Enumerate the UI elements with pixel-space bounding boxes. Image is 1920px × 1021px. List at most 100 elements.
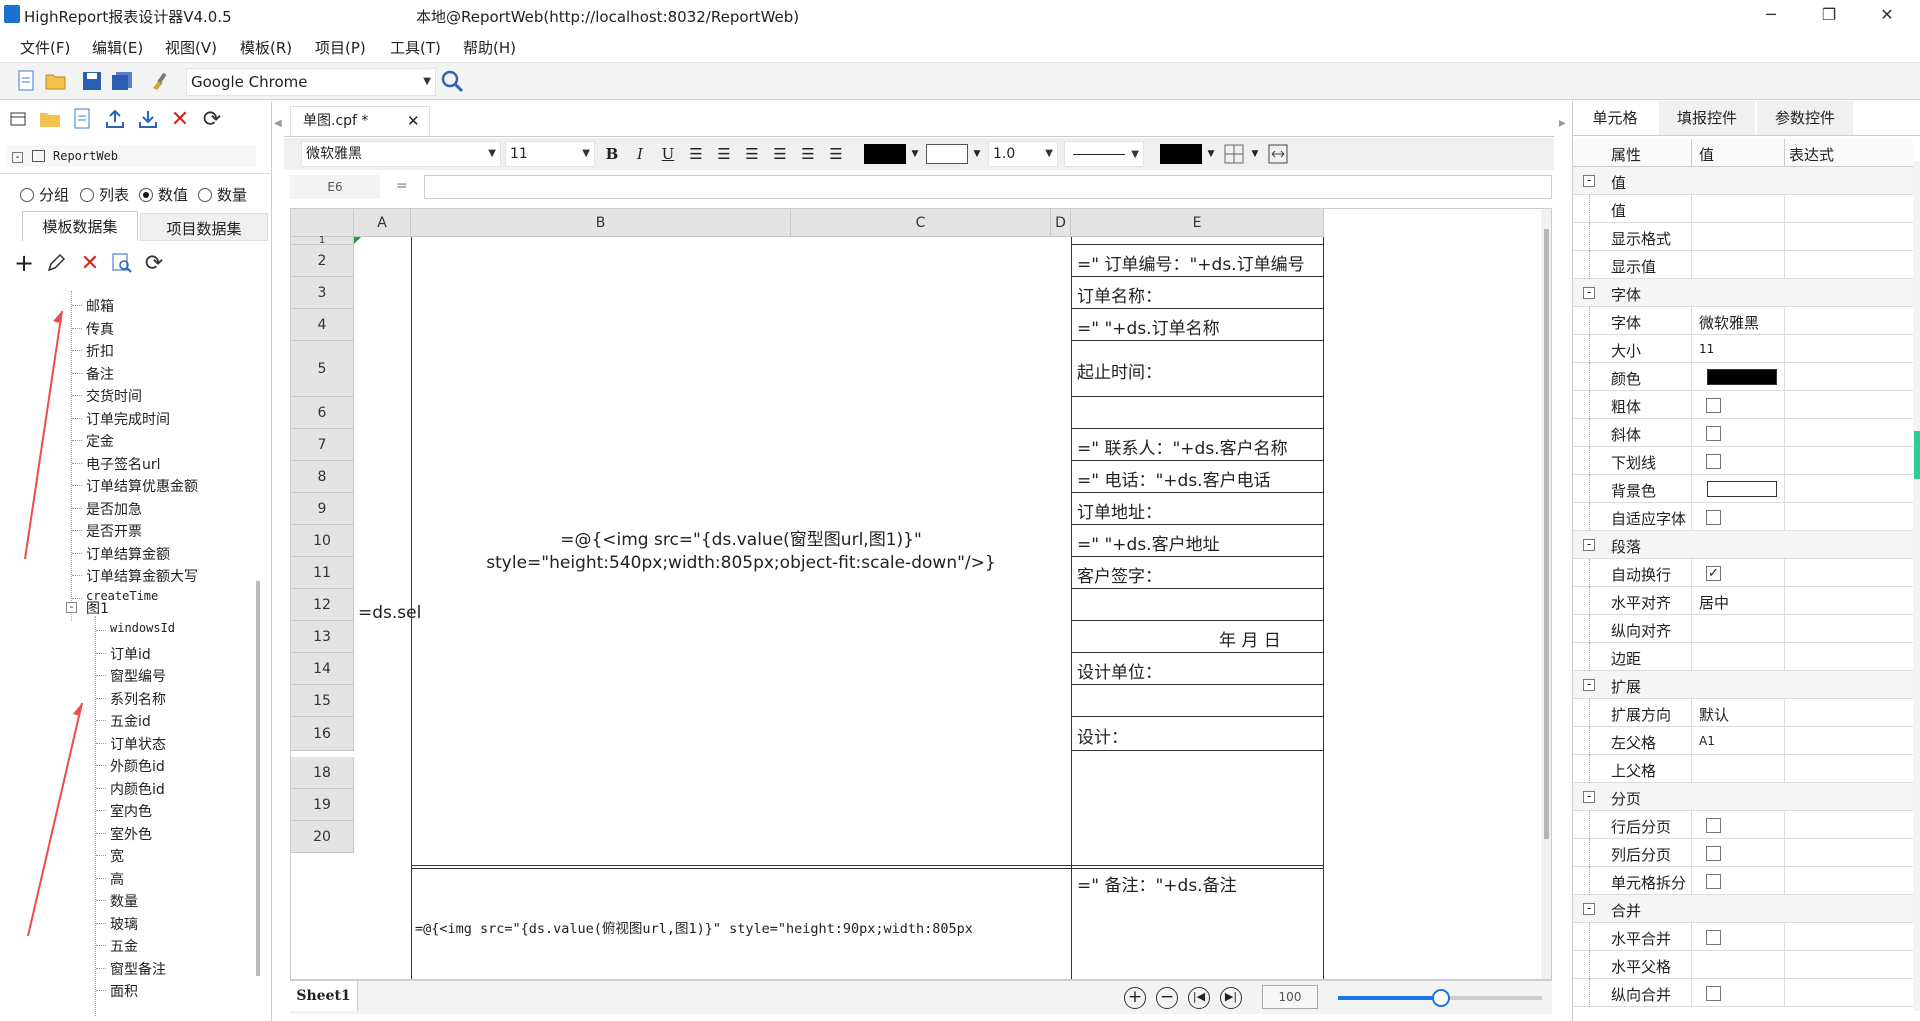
row-header[interactable]: 7: [291, 429, 354, 461]
property-row[interactable]: 列后分页: [1573, 839, 1913, 867]
edit-pencil-icon[interactable]: [44, 251, 68, 275]
cell-e[interactable]: 设计：: [1077, 723, 1128, 748]
property-checkbox[interactable]: [1706, 398, 1721, 413]
menu-edit[interactable]: 编辑(E): [92, 37, 143, 58]
color-swatch[interactable]: [1707, 369, 1777, 385]
property-value[interactable]: 微软雅黑: [1699, 312, 1759, 333]
menu-view[interactable]: 视图(V): [165, 37, 217, 58]
corner-cell[interactable]: [291, 209, 354, 237]
border-grid-icon[interactable]: [1222, 142, 1246, 166]
menu-template[interactable]: 模板(R): [240, 37, 292, 58]
row-header[interactable]: 6: [291, 397, 354, 429]
line-style-select[interactable]: ▼: [1064, 141, 1144, 167]
vertical-scrollbar-thumb[interactable]: [1544, 229, 1549, 839]
bold-icon[interactable]: B: [600, 142, 624, 166]
property-group[interactable]: -值: [1573, 167, 1913, 195]
cell-b-image-formula[interactable]: =@{<img src="{ds.value(窗型图url,图1)}" styl…: [411, 529, 1071, 575]
tree-node-field[interactable]: 订单结算优惠金额: [86, 476, 198, 496]
tree-node-field[interactable]: 五金id: [110, 711, 151, 731]
minimize-button[interactable]: ─: [1748, 2, 1794, 27]
row-header[interactable]: 14: [291, 653, 354, 685]
left-scrollbar-thumb[interactable]: [256, 581, 260, 976]
property-checkbox[interactable]: [1706, 930, 1721, 945]
refresh-dataset-icon[interactable]: ⟳: [142, 251, 166, 276]
tree-node-field[interactable]: 室外色: [110, 824, 152, 844]
property-value[interactable]: 居中: [1699, 592, 1729, 613]
preview-data-icon[interactable]: [110, 251, 134, 275]
property-group[interactable]: - 分页: [1573, 783, 1913, 811]
tree-node-field[interactable]: 玻璃: [110, 914, 138, 934]
chevron-down-icon[interactable]: ▼: [972, 142, 982, 166]
font-size-select[interactable]: 11 ▼: [505, 141, 595, 167]
row-header[interactable]: 4: [291, 309, 354, 341]
property-row[interactable]: 字体 微软雅黑: [1573, 307, 1913, 335]
property-checkbox[interactable]: [1706, 454, 1721, 469]
property-row[interactable]: 斜体: [1573, 419, 1913, 447]
collapse-icon[interactable]: -: [1583, 286, 1595, 299]
delete-dataset-icon[interactable]: ✕: [78, 251, 102, 276]
cell-e[interactable]: 起止时间：: [1077, 358, 1162, 383]
column-header[interactable]: D: [1051, 209, 1071, 237]
collapse-right-icon[interactable]: ▶: [1558, 118, 1566, 129]
property-row[interactable]: 值: [1573, 195, 1913, 223]
tree-node-field[interactable]: 邮箱: [86, 296, 114, 316]
tree-node-field[interactable]: 是否开票: [86, 521, 142, 541]
tree-node-field[interactable]: 五金: [110, 936, 138, 956]
tree-node-field[interactable]: 窗型备注: [110, 959, 166, 979]
align-right-icon[interactable]: ☰: [740, 142, 764, 166]
tree-node-field[interactable]: 订单完成时间: [86, 409, 170, 429]
browser-select[interactable]: Google Chrome ▼: [186, 68, 436, 96]
clear-brush-icon[interactable]: [148, 69, 172, 93]
sheet-tab[interactable]: Sheet1: [290, 981, 358, 1011]
property-group[interactable]: - 字体: [1573, 279, 1913, 307]
collapse-left-icon[interactable]: ◀: [274, 118, 282, 129]
tree-node-field[interactable]: 交货时间: [86, 386, 142, 406]
document-tab[interactable]: 单图.cpf * ✕: [290, 106, 430, 136]
row-header[interactable]: 20: [291, 821, 354, 853]
valign-top-icon[interactable]: ☰: [768, 142, 792, 166]
property-row[interactable]: 下划线: [1573, 447, 1913, 475]
open-folder-icon[interactable]: [44, 69, 68, 93]
new-file-icon[interactable]: [14, 69, 38, 93]
menu-tools[interactable]: 工具(T): [390, 37, 441, 58]
first-page-icon[interactable]: |◀: [1188, 987, 1210, 1009]
cell-a[interactable]: =ds.sel: [358, 603, 421, 623]
property-row[interactable]: 水平父格: [1573, 951, 1913, 979]
row-header[interactable]: 15: [291, 685, 354, 717]
row-header[interactable]: 8: [291, 461, 354, 493]
line-width-select[interactable]: 1.0 ▼: [988, 141, 1058, 167]
property-value[interactable]: 11: [1699, 342, 1714, 356]
zoom-slider-handle[interactable]: [1432, 989, 1450, 1007]
radio-value[interactable]: 数值: [139, 184, 188, 205]
row-header[interactable]: 13: [291, 621, 354, 653]
radio-group[interactable]: 分组: [20, 184, 69, 205]
property-checkbox[interactable]: [1706, 846, 1721, 861]
property-row[interactable]: 单元格拆分: [1573, 867, 1913, 895]
new-template-icon[interactable]: [70, 107, 94, 131]
formula-input[interactable]: [424, 175, 1552, 199]
maximize-button[interactable]: ❐: [1806, 2, 1852, 27]
upload-icon[interactable]: [103, 107, 127, 131]
template-icon[interactable]: [6, 107, 30, 131]
property-group[interactable]: - 扩展: [1573, 671, 1913, 699]
property-checkbox[interactable]: [1706, 510, 1721, 525]
cell-e[interactable]: =" "+ds.订单名称: [1077, 314, 1220, 339]
tab-cell[interactable]: 单元格: [1573, 101, 1657, 135]
cell-e18[interactable]: =" 备注："+ds.备注: [1077, 871, 1237, 896]
property-value[interactable]: A1: [1699, 734, 1715, 748]
preview-search-icon[interactable]: [440, 69, 464, 93]
tree-node-field[interactable]: 定金: [86, 431, 114, 451]
row-header[interactable]: 5: [291, 341, 354, 397]
save-icon[interactable]: [80, 69, 104, 93]
border-color-swatch[interactable]: [1160, 144, 1202, 164]
tree-node-field[interactable]: windowsId: [110, 621, 175, 635]
italic-icon[interactable]: I: [628, 142, 652, 166]
merge-cells-icon[interactable]: [1266, 142, 1290, 166]
property-checkbox[interactable]: ✓: [1706, 566, 1721, 581]
property-group[interactable]: - 段落: [1573, 531, 1913, 559]
tree-node-field[interactable]: 室内色: [110, 801, 152, 821]
column-header[interactable]: C: [791, 209, 1051, 237]
radio-count[interactable]: 数量: [198, 184, 247, 205]
tree-node-field[interactable]: 宽: [110, 846, 124, 866]
row-header[interactable]: 18: [291, 757, 354, 789]
